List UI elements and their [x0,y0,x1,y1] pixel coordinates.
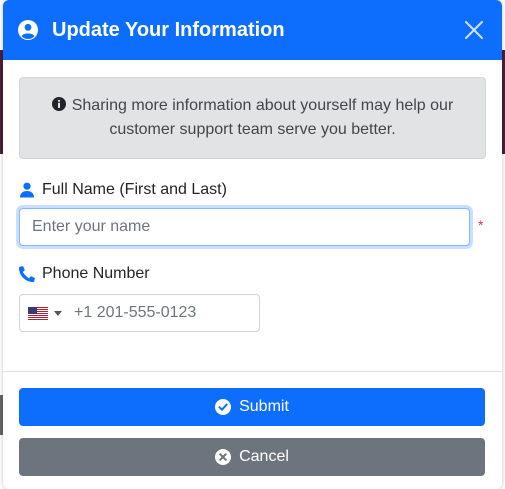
full-name-row: * [19,208,486,246]
footer-divider [3,371,502,372]
info-circle-icon [51,95,66,111]
chevron-down-icon [54,310,62,316]
submit-button[interactable]: Submit [19,388,485,426]
modal-body: Sharing more information about yourself … [3,60,502,332]
info-alert: Sharing more information about yourself … [19,77,486,159]
phone-field [19,294,260,332]
phone-icon [19,266,35,282]
x-circle-icon [215,449,232,465]
cancel-button[interactable]: Cancel [19,438,485,476]
info-alert-text: Sharing more information about yourself … [71,97,454,138]
required-indicator: * [478,217,484,233]
check-circle-icon [215,399,232,415]
country-code-select[interactable] [20,295,74,331]
submit-label: Submit [239,398,289,415]
phone-label: Phone Number [19,265,486,283]
cancel-label: Cancel [239,448,289,465]
close-button[interactable] [463,19,485,41]
phone-input[interactable] [74,296,254,330]
us-flag-icon [28,306,48,320]
update-info-modal: Update Your Information Sharing more inf… [3,0,502,489]
modal-header: Update Your Information [3,0,502,60]
phone-label-text: Phone Number [42,265,150,282]
modal-title: Update Your Information [52,18,285,41]
close-icon [465,21,483,39]
user-icon [19,182,35,198]
full-name-label-text: Full Name (First and Last) [42,181,227,198]
full-name-input[interactable] [19,208,470,246]
user-circle-icon [17,19,39,41]
full-name-label: Full Name (First and Last) [19,181,486,199]
